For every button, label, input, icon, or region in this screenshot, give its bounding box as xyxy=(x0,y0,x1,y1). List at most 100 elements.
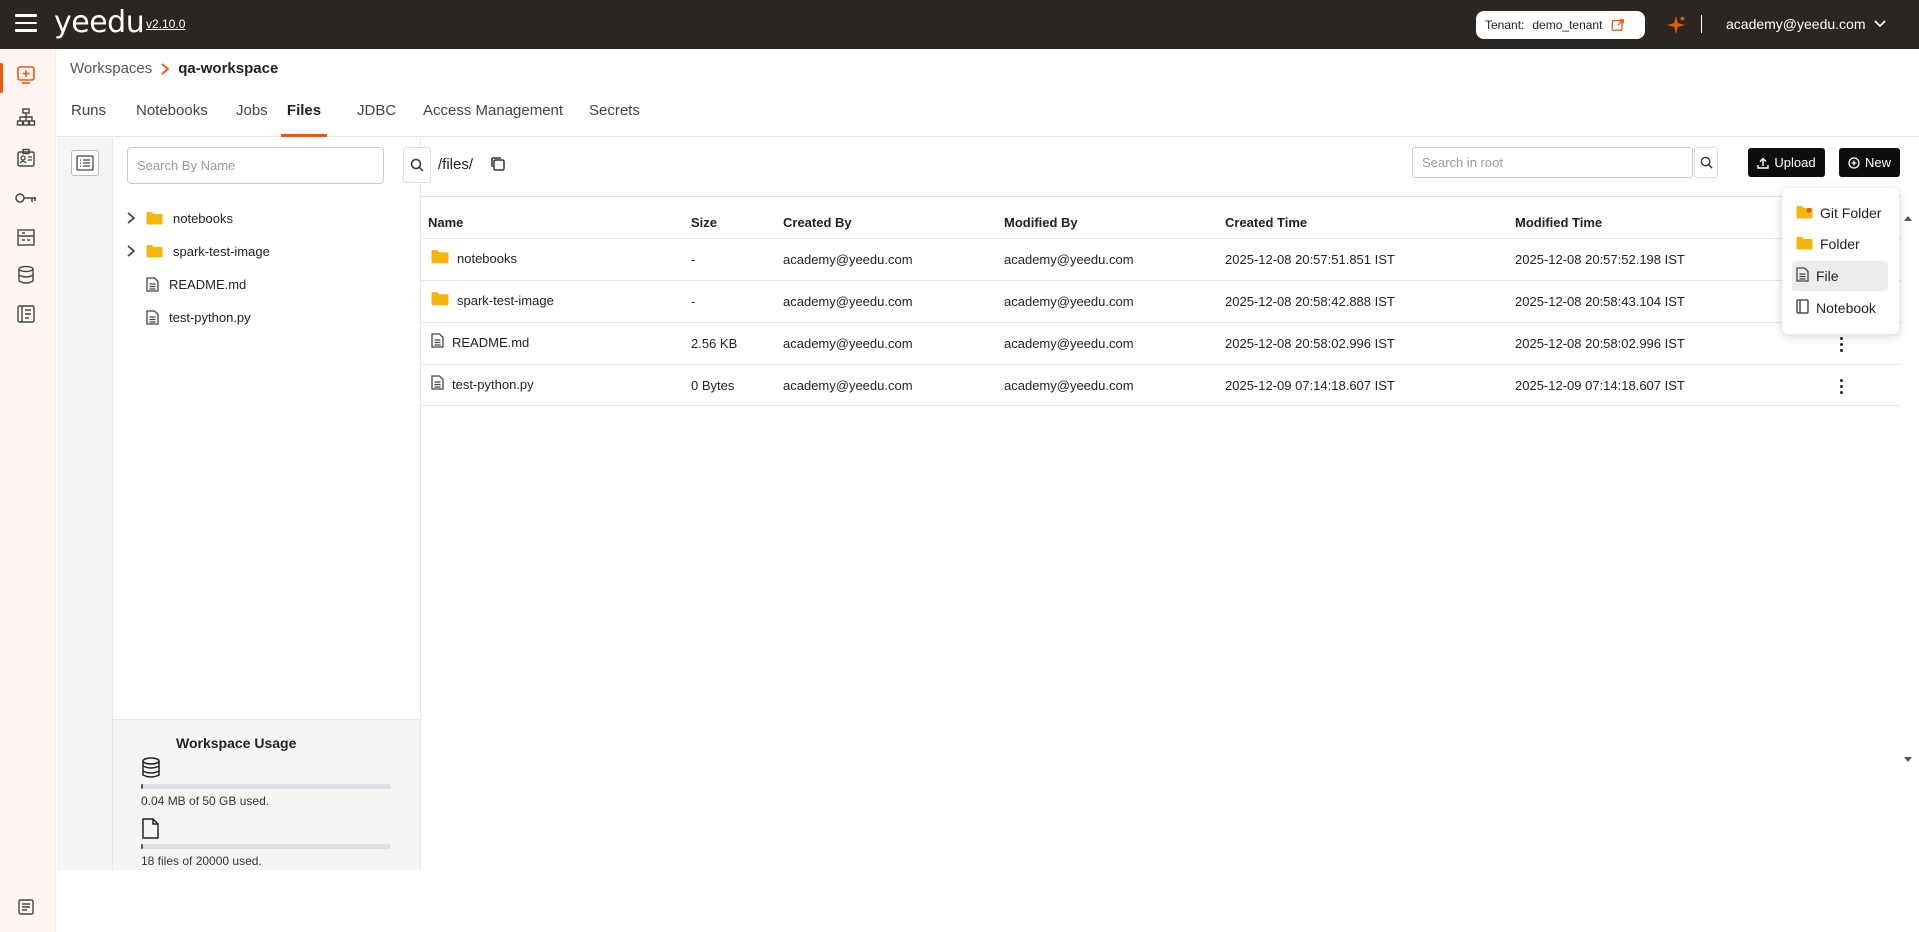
tab-jdbc[interactable]: JDBC xyxy=(357,102,396,137)
file-created-time: 2025-12-08 20:58:42.888 IST xyxy=(1225,294,1395,309)
chevron-right-icon[interactable] xyxy=(126,245,136,257)
folder-icon xyxy=(146,244,163,258)
files-header-divider xyxy=(421,196,1901,197)
file-size: - xyxy=(691,252,696,267)
file-name: spark-test-image xyxy=(457,292,554,308)
file-icon xyxy=(146,309,159,325)
table-row[interactable]: test-python.py 0 Bytes academy@yeedu.com… xyxy=(421,364,1901,406)
column-header-size[interactable]: Size xyxy=(691,215,717,230)
tab-notebooks[interactable]: Notebooks xyxy=(136,102,208,137)
table-row[interactable]: README.md 2.56 KB academy@yeedu.com acad… xyxy=(421,322,1901,364)
file-size: - xyxy=(691,294,696,309)
current-path: /files/ xyxy=(438,156,474,173)
clusters-nav-icon[interactable] xyxy=(14,105,38,129)
scroll-up-icon[interactable] xyxy=(1903,214,1913,222)
upload-label: Upload xyxy=(1774,155,1816,170)
tab-runs[interactable]: Runs xyxy=(71,102,106,137)
workspace-nav-icon[interactable] xyxy=(14,63,38,87)
top-bar: yeedu v2.10.0 Tenant: demo_tenant academ… xyxy=(0,0,1919,49)
menu-item-notebook[interactable]: Notebook xyxy=(1792,293,1888,323)
files-search-button[interactable] xyxy=(1694,147,1718,178)
folder-icon xyxy=(431,291,449,309)
file-name: test-python.py xyxy=(452,376,534,392)
menu-item-folder[interactable]: Folder xyxy=(1792,229,1888,259)
tree-item-label: README.md xyxy=(169,276,247,292)
rail-active-indicator xyxy=(0,63,3,93)
user-email: academy@yeedu.com xyxy=(1726,16,1866,32)
tab-files[interactable]: Files xyxy=(281,102,327,137)
database-nav-icon[interactable] xyxy=(14,263,38,287)
tenant-chip[interactable]: Tenant: demo_tenant xyxy=(1476,11,1645,39)
menu-item-git-folder[interactable]: Git Folder xyxy=(1792,198,1888,228)
column-header-modified-by[interactable]: Modified By xyxy=(1004,215,1078,230)
file-name-cell[interactable]: spark-test-image xyxy=(431,291,554,309)
table-row[interactable]: notebooks - academy@yeedu.com academy@ye… xyxy=(421,238,1901,280)
file-created-by: academy@yeedu.com xyxy=(783,378,913,393)
file-icon xyxy=(431,333,444,351)
tab-access-management[interactable]: Access Management xyxy=(423,102,563,137)
file-icon xyxy=(146,276,159,292)
workspace-usage-panel: Workspace Usage 0.04 MB of 50 GB used. 1… xyxy=(113,719,420,870)
tree-item-folder[interactable]: spark-test-image xyxy=(113,238,270,264)
chevron-right-icon[interactable] xyxy=(126,212,136,224)
tenant-label: Tenant: xyxy=(1485,18,1525,32)
building-nav-icon[interactable] xyxy=(14,225,38,249)
table-row[interactable]: spark-test-image - academy@yeedu.com aca… xyxy=(421,280,1901,322)
column-header-modified-time[interactable]: Modified Time xyxy=(1515,215,1602,230)
scroll-down-icon[interactable] xyxy=(1903,756,1913,764)
credentials-nav-icon[interactable] xyxy=(14,146,38,170)
user-menu[interactable]: academy@yeedu.com xyxy=(1726,16,1886,32)
tree-item-file[interactable]: test-python.py xyxy=(113,304,251,330)
file-name-cell[interactable]: test-python.py xyxy=(431,375,534,393)
breadcrumb-current: qa-workspace xyxy=(178,60,279,77)
tab-secrets[interactable]: Secrets xyxy=(589,102,640,137)
hamburger-menu-icon[interactable] xyxy=(15,14,37,32)
tree-item-file[interactable]: README.md xyxy=(113,271,246,297)
app-version[interactable]: v2.10.0 xyxy=(146,17,185,31)
chevron-right-icon xyxy=(161,62,170,75)
billing-nav-icon[interactable] xyxy=(14,302,38,326)
new-label: New xyxy=(1864,155,1891,170)
column-header-created-by[interactable]: Created By xyxy=(783,215,852,230)
search-icon xyxy=(1700,156,1713,169)
docs-nav-icon[interactable] xyxy=(14,895,38,919)
file-name-cell[interactable]: README.md xyxy=(431,333,529,351)
storage-usage-fill xyxy=(141,784,143,789)
menu-item-file[interactable]: File xyxy=(1792,261,1888,291)
file-name-cell[interactable]: notebooks xyxy=(431,249,517,267)
notebook-icon xyxy=(1796,299,1809,317)
sparkle-icon[interactable] xyxy=(1665,14,1687,36)
file-name: README.md xyxy=(452,334,530,350)
file-created-time: 2025-12-08 20:57:51.851 IST xyxy=(1225,252,1395,267)
tenant-value: demo_tenant xyxy=(1532,18,1603,32)
left-rail xyxy=(0,49,56,932)
new-button[interactable]: New xyxy=(1839,148,1900,177)
breadcrumb: Workspaces qa-workspace xyxy=(70,60,278,77)
column-header-created-time[interactable]: Created Time xyxy=(1225,215,1307,230)
file-modified-by: academy@yeedu.com xyxy=(1004,378,1134,393)
external-link-icon[interactable] xyxy=(1611,18,1625,32)
new-dropdown-menu: Git Folder Folder File Notebook xyxy=(1782,188,1899,334)
row-actions-icon[interactable] xyxy=(1831,376,1851,396)
tree-item-label: notebooks xyxy=(173,210,233,226)
tree-search-button[interactable] xyxy=(403,147,431,183)
file-icon xyxy=(1796,267,1809,285)
app-logo[interactable]: yeedu xyxy=(54,5,145,40)
upload-icon xyxy=(1757,157,1770,169)
breadcrumb-workspaces[interactable]: Workspaces xyxy=(70,60,152,77)
column-header-name[interactable]: Name xyxy=(428,215,463,230)
file-modified-time: 2025-12-08 20:58:43.104 IST xyxy=(1515,294,1685,309)
key-icon[interactable] xyxy=(14,186,38,210)
toggle-tree-button[interactable] xyxy=(71,150,99,176)
tree-search-input[interactable] xyxy=(127,147,384,184)
row-actions-icon[interactable] xyxy=(1831,334,1851,354)
files-search-input[interactable] xyxy=(1412,147,1693,178)
tree-item-folder[interactable]: notebooks xyxy=(113,205,233,231)
file-modified-time: 2025-12-08 20:57:52.198 IST xyxy=(1515,252,1685,267)
tab-jobs[interactable]: Jobs xyxy=(236,102,268,137)
search-icon xyxy=(410,158,424,172)
file-created-time: 2025-12-08 20:58:02.996 IST xyxy=(1225,336,1395,351)
upload-button[interactable]: Upload xyxy=(1748,148,1825,177)
files-usage-bar xyxy=(141,844,391,849)
copy-icon[interactable] xyxy=(489,155,507,173)
